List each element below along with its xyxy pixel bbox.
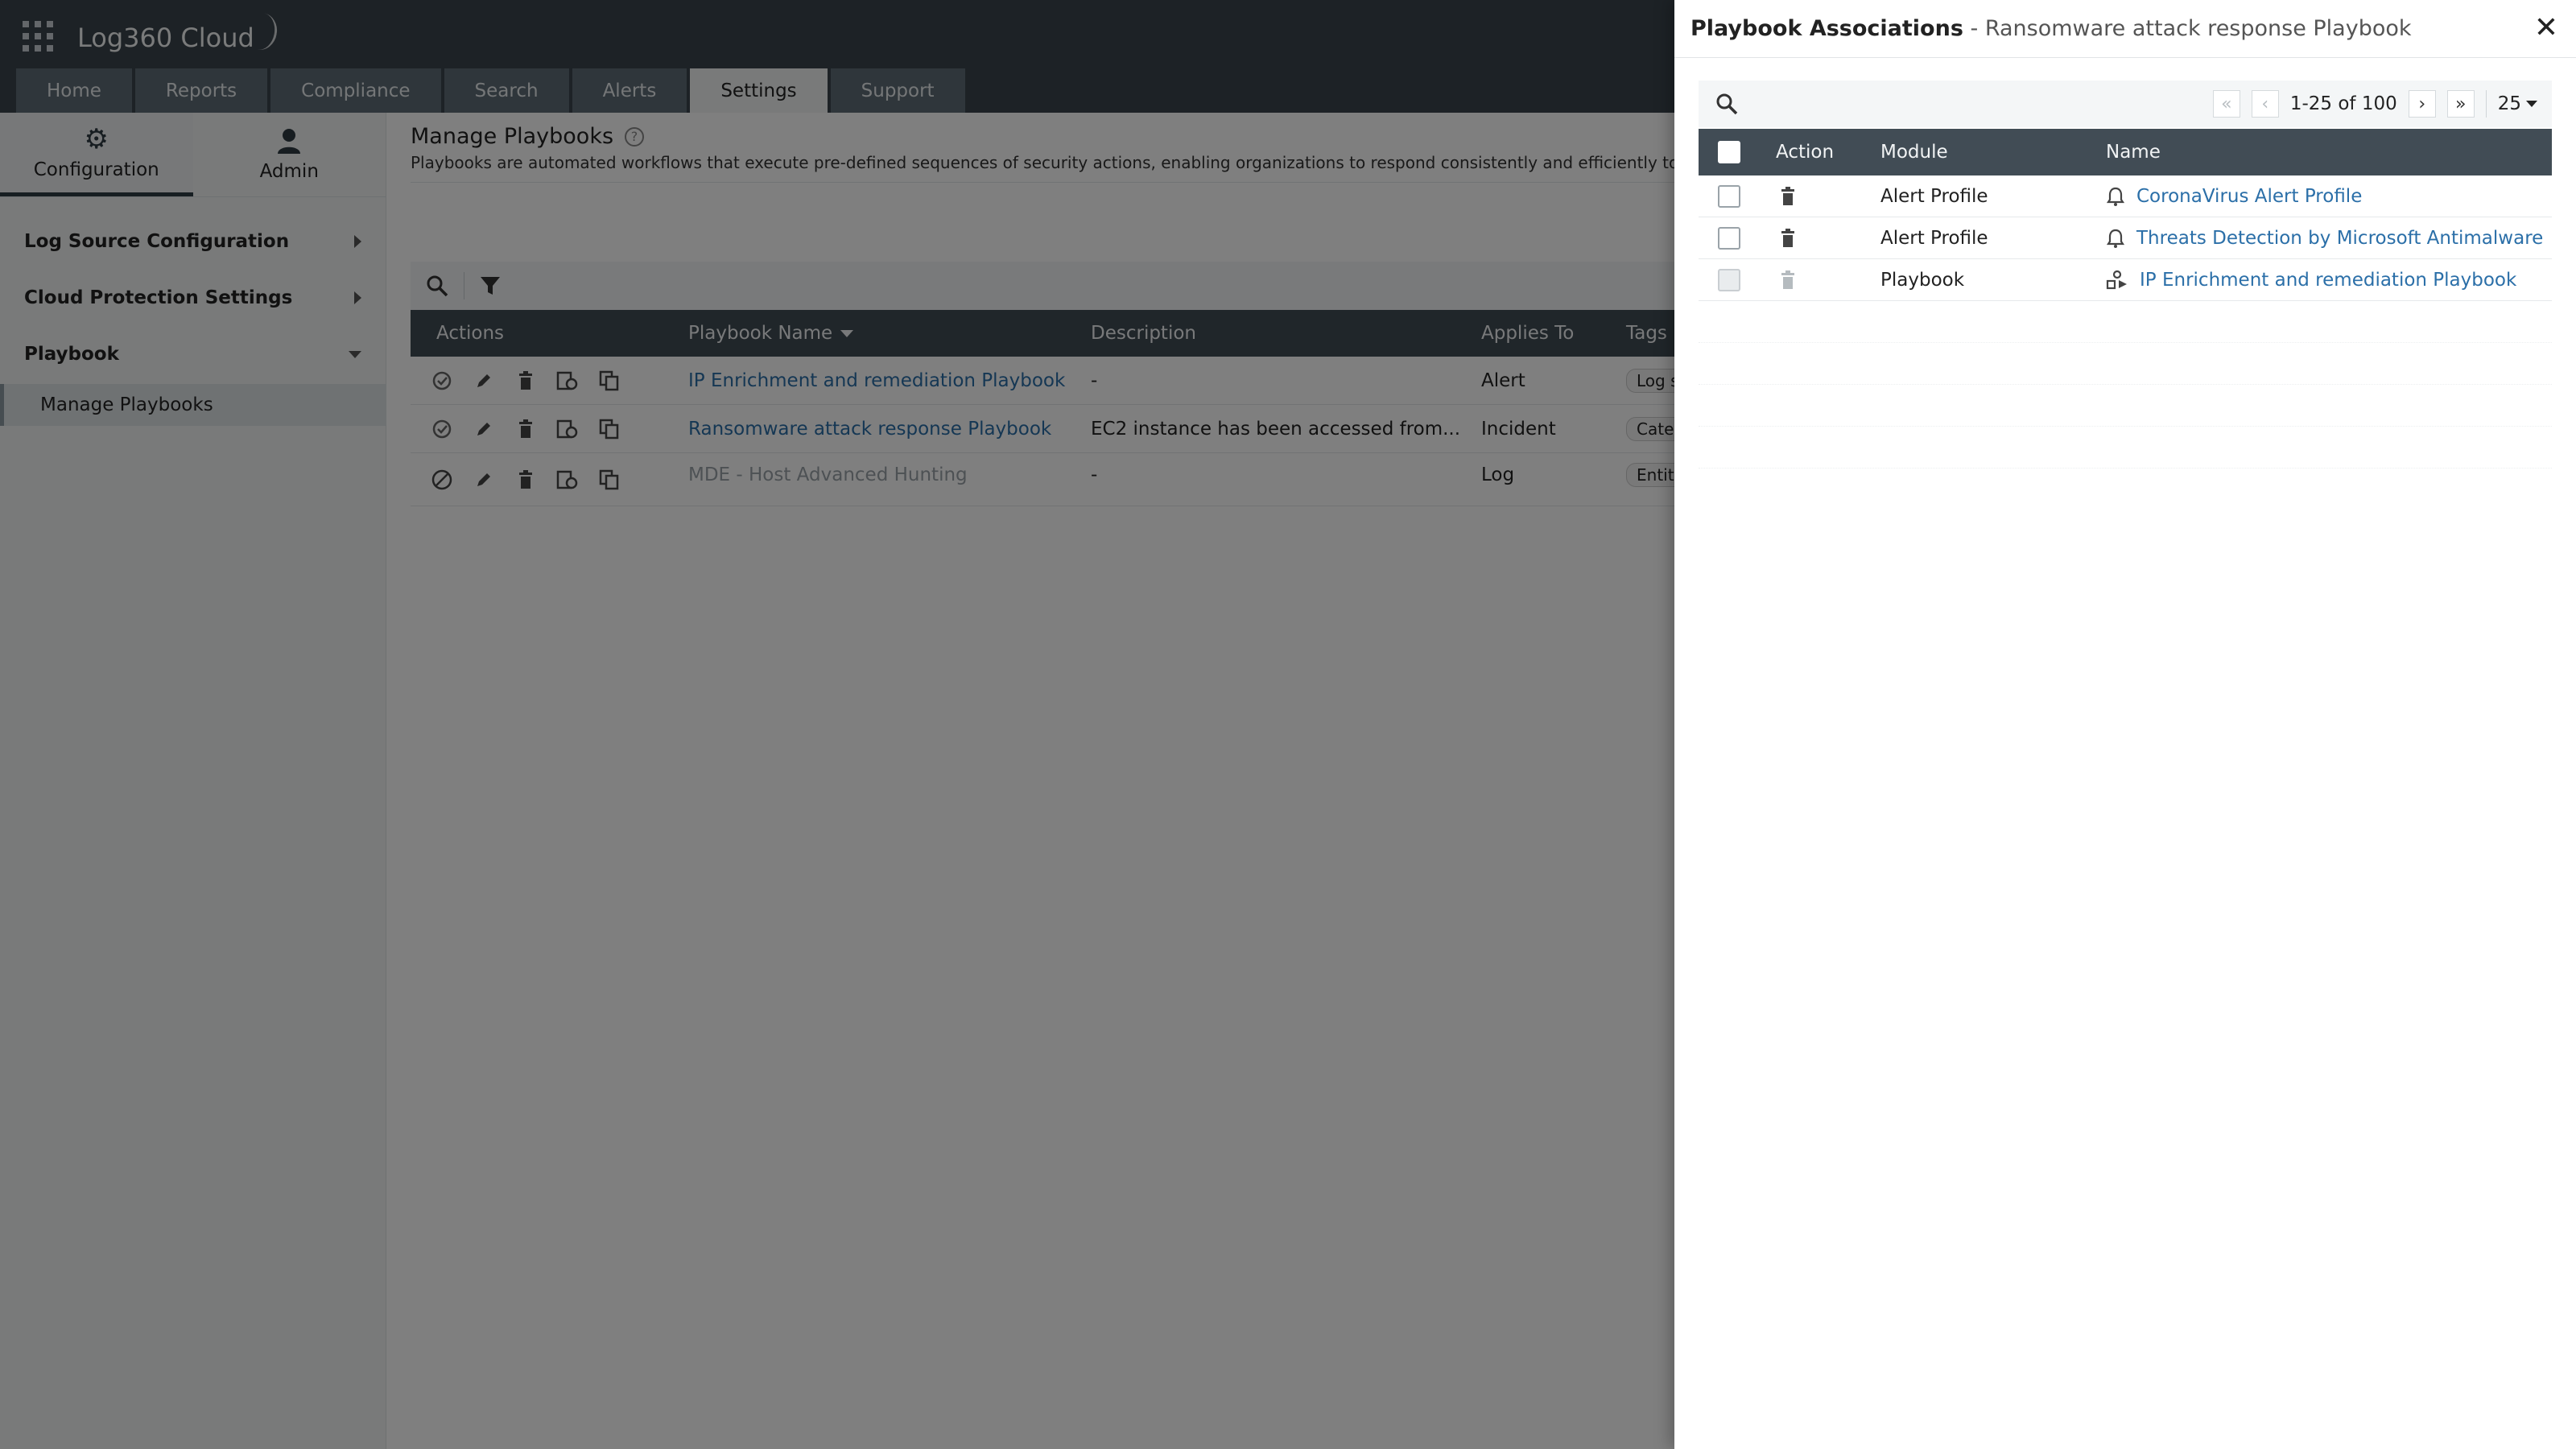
association-name-link[interactable]: IP Enrichment and remediation Playbook [2140, 270, 2516, 291]
panel-title-text: Playbook Associations [1690, 16, 1963, 41]
col-name: Name [2106, 142, 2161, 163]
modal-backdrop[interactable] [0, 0, 1674, 1449]
next-page-button[interactable]: › [2408, 90, 2436, 118]
panel-toolbar: « ‹ 1-25 of 100 › » 25 [1699, 80, 2552, 127]
divider [2485, 90, 2487, 118]
panel-subtitle: Ransomware attack response Playbook [1984, 16, 2412, 41]
trash-icon[interactable] [1779, 217, 1797, 259]
select-all-cell [1718, 129, 1740, 175]
table-row: Playbook IP Enrichment and remediation P… [1699, 259, 2552, 301]
bell-icon [2106, 229, 2125, 248]
row-checkbox[interactable] [1718, 269, 1740, 291]
module-cell: Playbook [1880, 270, 1965, 291]
chevron-down-icon [2526, 101, 2537, 107]
association-name-link[interactable]: Threats Detection by Microsoft Antimalwa… [2136, 228, 2543, 249]
divider [1699, 384, 2552, 385]
page-range: 1-25 of 100 [2289, 93, 2397, 114]
associations-table-header: Action Module Name [1699, 129, 2552, 175]
divider [1699, 468, 2552, 469]
per-page-select[interactable]: 25 [2498, 93, 2537, 114]
first-page-button[interactable]: « [2212, 90, 2240, 118]
select-all-checkbox[interactable] [1718, 141, 1740, 163]
pagination: « ‹ 1-25 of 100 › » 25 [2212, 89, 2537, 119]
panel-header: Playbook Associations - Ransomware attac… [1674, 0, 2576, 58]
panel-title-separator: - [1970, 16, 1985, 41]
col-action: Action [1776, 142, 1835, 163]
prev-page-button[interactable]: ‹ [2251, 90, 2279, 118]
divider [1699, 342, 2552, 343]
last-page-button[interactable]: » [2446, 90, 2475, 118]
playbook-icon [2106, 270, 2127, 290]
panel-title: Playbook Associations - Ransomware attac… [1690, 16, 2412, 41]
bell-icon [2106, 187, 2125, 206]
playbook-associations-panel: Playbook Associations - Ransomware attac… [1674, 0, 2576, 1449]
trash-icon[interactable] [1779, 259, 1797, 301]
module-cell: Alert Profile [1880, 228, 1988, 249]
per-page-value: 25 [2497, 93, 2521, 114]
association-name-link[interactable]: CoronaVirus Alert Profile [2136, 186, 2362, 207]
col-module: Module [1880, 142, 1948, 163]
close-icon[interactable]: ✕ [2534, 11, 2558, 44]
row-checkbox[interactable] [1718, 227, 1740, 250]
table-row: Alert Profile Threats Detection by Micro… [1699, 217, 2552, 259]
search-icon[interactable] [1715, 92, 1739, 116]
table-row: Alert Profile CoronaVirus Alert Profile [1699, 175, 2552, 217]
module-cell: Alert Profile [1880, 186, 1988, 207]
trash-icon[interactable] [1779, 175, 1797, 217]
row-checkbox[interactable] [1718, 185, 1740, 208]
divider [1699, 426, 2552, 427]
